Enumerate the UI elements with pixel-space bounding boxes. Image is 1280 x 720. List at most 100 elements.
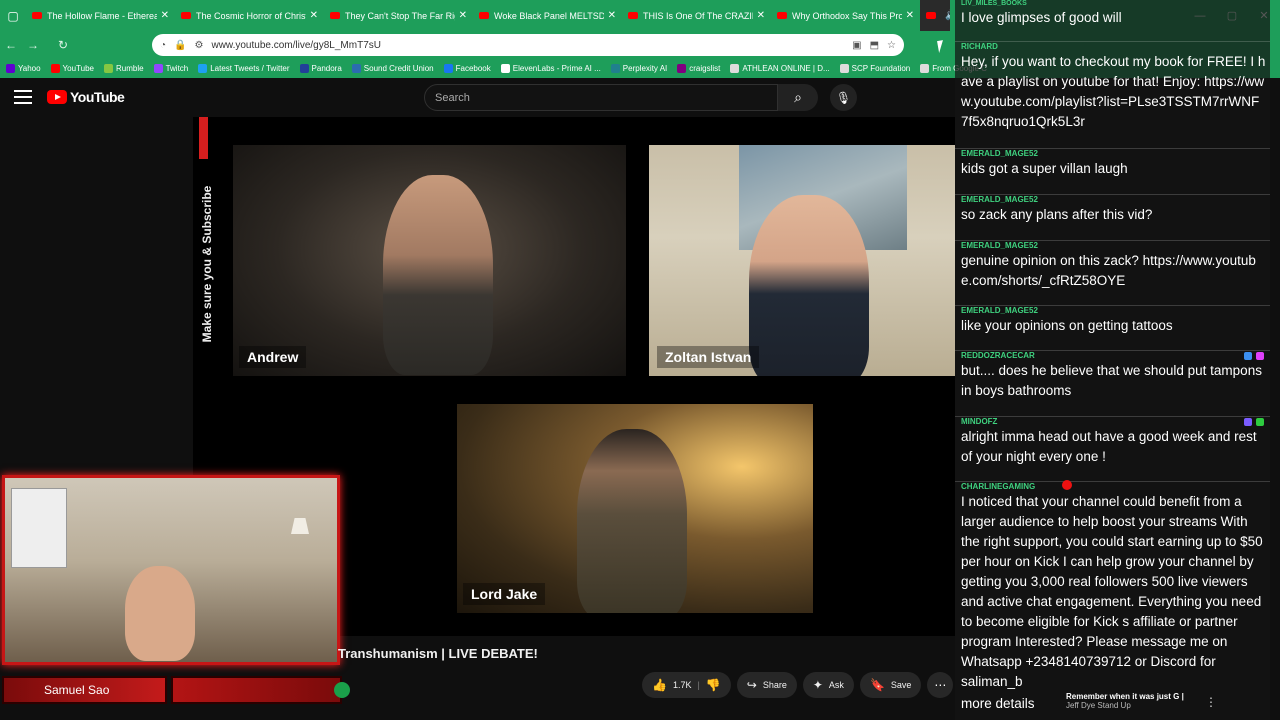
youtube-favicon-icon — [181, 12, 191, 19]
save-to-pocket-icon[interactable]: ⬒ — [870, 40, 879, 51]
video-title: Transhumanism | LIVE DEBATE! — [338, 646, 538, 661]
twitter-icon — [198, 64, 208, 73]
more-options-icon[interactable]: ⋯ — [927, 672, 954, 698]
lamp — [291, 518, 309, 534]
recording-indicator-icon — [1062, 480, 1072, 490]
participant-name: Andrew — [239, 346, 307, 368]
speaker-icon[interactable]: 🔊 — [945, 10, 950, 21]
search-icon[interactable]: ⌕ — [778, 84, 818, 111]
browser-tab[interactable]: Why Orthodox Say This Protest✕ — [771, 0, 920, 31]
browser-tab[interactable]: The Hollow Flame - Ethereal Da✕ — [26, 0, 175, 31]
youtube-favicon-icon — [777, 12, 787, 19]
forward-icon[interactable]: → — [22, 31, 44, 59]
browser-tab[interactable]: The Cosmic Horror of Christian✕ — [175, 0, 324, 31]
participant-video — [749, 195, 869, 376]
bookmark-item[interactable]: ATHLEAN ONLINE | D... — [730, 64, 830, 73]
chat-username: EMERALD_MAGE52 — [961, 149, 1038, 158]
chat-message: RICHARD Hey, if you want to checkout my … — [955, 41, 1270, 132]
subscribe-bar — [199, 117, 208, 159]
chat-username: CHARLINEGAMING — [961, 482, 1036, 491]
microphone-icon[interactable]: 🎙 — [830, 84, 857, 111]
chat-text: Hey, if you want to checkout my book for… — [961, 54, 1266, 129]
folder-icon — [920, 64, 930, 73]
check-badge-icon — [1256, 418, 1264, 426]
bookmark-item[interactable]: Yahoo — [6, 64, 41, 73]
recommended-video-card[interactable]: Remember when it was just G | Jeff Dye S… — [1066, 692, 1266, 710]
close-tab-icon[interactable]: ✕ — [906, 10, 914, 21]
youtube-play-icon — [47, 90, 67, 104]
lock-icon[interactable]: 🔒 — [174, 40, 186, 51]
share-button[interactable]: ↪ Share — [736, 672, 797, 698]
chat-badges — [1244, 418, 1264, 426]
browser-tab-active[interactable]: 🔊 — [920, 0, 950, 31]
reload-icon[interactable]: ↻ — [52, 31, 74, 59]
chat-message: CHARLINEGAMING I noticed that your chann… — [955, 481, 1270, 692]
card-options-icon[interactable]: ⋮ — [1205, 695, 1217, 709]
streamer-name: Samuel Sao — [2, 676, 168, 704]
thumbs-down-icon[interactable]: 👎 — [706, 678, 721, 692]
back-icon[interactable]: ← — [0, 31, 22, 59]
bookmark-star-icon[interactable]: ☆ — [887, 40, 896, 51]
browser-tab[interactable]: Woke Black Panel MELTSDOWN✕ — [473, 0, 622, 31]
bookmark-item[interactable]: Pandora — [299, 64, 342, 73]
chat-message: EMERALD_MAGE52 genuine opinion on this z… — [955, 240, 1270, 291]
close-tab-icon[interactable]: ✕ — [757, 10, 765, 21]
screen: ▢ The Hollow Flame - Ethereal Da✕ The Co… — [0, 0, 1280, 720]
bookmark-item[interactable]: Perplexity AI — [610, 64, 667, 73]
elevenlabs-icon — [500, 64, 510, 73]
chat-text: I noticed that your channel could benefi… — [961, 494, 1263, 689]
close-tab-icon[interactable]: ✕ — [459, 10, 467, 21]
bookmark-item[interactable]: Twitch — [153, 64, 188, 73]
chat-text: like your opinions on getting tattoos — [961, 318, 1173, 333]
browser-tab[interactable]: They Can't Stop The Far Right -✕ — [324, 0, 473, 31]
chat-text: so zack any plans after this vid? — [961, 207, 1153, 222]
participant-video — [383, 175, 493, 375]
menu-icon[interactable] — [14, 90, 32, 104]
youtube-favicon-icon — [330, 12, 340, 19]
search-input[interactable]: Search — [424, 84, 778, 111]
chat-badges — [1244, 352, 1264, 360]
badge-icon — [1244, 352, 1252, 360]
chat-username: EMERALD_MAGE52 — [961, 241, 1038, 250]
save-button[interactable]: 🔖 Save — [859, 672, 922, 698]
bookmark-item[interactable]: YouTube — [50, 64, 94, 73]
chat-message: EMERALD_MAGE52 so zack any plans after t… — [955, 194, 1270, 225]
bookmark-item[interactable]: Facebook — [443, 64, 491, 73]
close-tab-icon[interactable]: ✕ — [310, 10, 318, 21]
globe-icon — [730, 64, 740, 73]
whiteboard — [11, 488, 67, 568]
chat-username: RICHARD — [961, 42, 998, 51]
streamer-video — [125, 566, 195, 661]
chat-username: EMERALD_MAGE52 — [961, 195, 1038, 204]
bookmark-item[interactable]: craigslist — [677, 64, 720, 73]
close-tab-icon[interactable]: ✕ — [161, 10, 169, 21]
globe-icon — [839, 64, 849, 73]
chat-text: alright imma head out have a good week a… — [961, 429, 1257, 464]
tab-actions-icon[interactable]: ▢ — [0, 0, 26, 31]
participant-tile: Lord Jake — [457, 404, 813, 613]
heart-badge-icon — [1256, 352, 1264, 360]
youtube-favicon-icon — [479, 12, 489, 19]
youtube-logo[interactable]: YouTube — [47, 89, 125, 105]
chat-username: LIV_MILES_BOOKS — [961, 0, 1027, 7]
chat-message: LIV_MILES_BOOKS I love glimpses of good … — [955, 0, 1270, 28]
bookmark-item[interactable]: Rumble — [103, 64, 144, 73]
close-tab-icon[interactable]: ✕ — [608, 10, 616, 21]
bookmark-item[interactable]: Latest Tweets / Twitter — [198, 64, 290, 73]
youtube-icon — [50, 64, 60, 73]
subscribe-overlay: Make sure you & Subscribe — [197, 117, 214, 377]
bookmark-item[interactable]: ElevenLabs - Prime AI ... — [500, 64, 601, 73]
craigslist-icon — [677, 64, 687, 73]
screenshot-icon[interactable]: ▣ — [852, 40, 861, 51]
sparkle-icon: ✦ — [812, 678, 823, 692]
like-button[interactable]: 👍 1.7K | 👎 — [642, 672, 731, 698]
bookmark-item[interactable]: Sound Credit Union — [351, 64, 434, 73]
share-icon: ↪ — [746, 678, 757, 692]
ask-button[interactable]: ✦ Ask — [802, 672, 854, 698]
address-bar[interactable]: ◔ 🔒 ⚙ www.youtube.com/live/gy8L_MmT7sU ▣… — [152, 34, 904, 56]
browser-tab[interactable]: THIS Is One Of The CRAZIEST Ti✕ — [622, 0, 771, 31]
site-settings-icon[interactable]: ⚙ — [195, 40, 204, 51]
chat-message: EMERALD_MAGE52 kids got a super villan l… — [955, 148, 1270, 179]
bookmark-item[interactable]: SCP Foundation — [839, 64, 910, 73]
shield-icon[interactable]: ◔ — [160, 40, 166, 51]
